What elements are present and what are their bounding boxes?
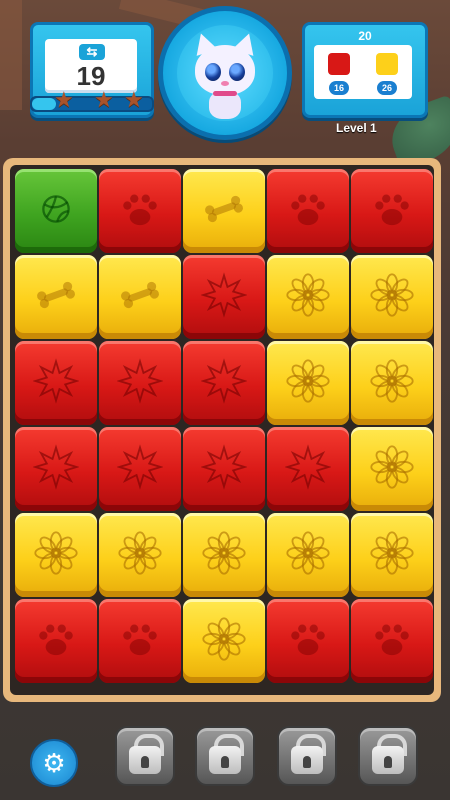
cat-avatar — [158, 6, 292, 140]
tile-red-star[interactable] — [183, 341, 265, 425]
ball-icon — [33, 186, 79, 237]
cat-head — [195, 45, 255, 95]
bone-icon — [33, 272, 79, 323]
tile-green-ball[interactable] — [15, 169, 97, 253]
settings-button[interactable]: ⚙ — [30, 739, 78, 787]
tile-red-star[interactable] — [15, 341, 97, 425]
tile-yellow-flower[interactable] — [183, 513, 265, 597]
paw-icon — [369, 616, 415, 667]
flower-icon — [201, 616, 247, 667]
star-icon — [200, 357, 248, 409]
flower-icon — [285, 530, 331, 581]
tile-red-star[interactable] — [15, 427, 97, 511]
tile-yellow-flower[interactable] — [99, 513, 181, 597]
moves-box: ⇆ 19 — [45, 39, 137, 93]
star-progress-bar: ★ ★ ★ — [30, 89, 154, 112]
cat-collar — [213, 91, 237, 96]
tile-red-star[interactable] — [99, 427, 181, 511]
tile-red-paw[interactable] — [351, 169, 433, 253]
tile-yellow-flower[interactable] — [267, 255, 349, 339]
goal-yellow-remaining: 26 — [377, 81, 397, 95]
goal-red-cube-icon — [328, 53, 350, 75]
star-icon — [116, 443, 164, 495]
paw-icon — [285, 186, 331, 237]
tile-yellow-flower[interactable] — [351, 341, 433, 425]
tile-red-star[interactable] — [267, 427, 349, 511]
tile-red-paw[interactable] — [15, 599, 97, 683]
flower-icon — [369, 530, 415, 581]
goal-red-remaining: 16 — [329, 81, 349, 95]
flower-icon — [33, 530, 79, 581]
cat-eye — [229, 63, 245, 81]
tile-yellow-flower[interactable] — [183, 599, 265, 683]
tile-red-paw[interactable] — [99, 599, 181, 683]
star-icon — [116, 357, 164, 409]
flower-icon — [285, 358, 331, 409]
tile-yellow-flower[interactable] — [267, 341, 349, 425]
bone-icon — [117, 272, 163, 323]
keyhole-icon — [141, 756, 149, 768]
paw-icon — [285, 616, 331, 667]
background-beam — [0, 0, 22, 110]
tile-red-star[interactable] — [183, 427, 265, 511]
tile-yellow-bone[interactable] — [99, 255, 181, 339]
star-icon: ★ — [124, 87, 144, 112]
tile-red-star[interactable] — [99, 341, 181, 425]
tile-red-paw[interactable] — [99, 169, 181, 253]
tile-yellow-bone[interactable] — [183, 169, 265, 253]
flower-icon — [117, 530, 163, 581]
tile-red-paw[interactable] — [267, 599, 349, 683]
bone-icon — [201, 186, 247, 237]
tile-yellow-flower[interactable] — [267, 513, 349, 597]
keyhole-icon — [221, 756, 229, 768]
paw-icon — [369, 186, 415, 237]
booster-slot-2[interactable] — [195, 726, 255, 786]
cat-nose — [221, 81, 229, 86]
tile-yellow-bone[interactable] — [15, 255, 97, 339]
tile-yellow-flower[interactable] — [351, 427, 433, 511]
star-icon — [32, 357, 80, 409]
tile-yellow-flower[interactable] — [15, 513, 97, 597]
flower-icon — [201, 530, 247, 581]
gear-icon: ⚙ — [42, 747, 66, 778]
cat-eye — [205, 63, 221, 81]
goal-yellow-cube-icon — [376, 53, 398, 75]
goal-box: 16 26 — [314, 45, 412, 99]
flower-icon — [369, 272, 415, 323]
star-icon: ★ — [54, 87, 74, 112]
moves-swap-icon: ⇆ — [79, 44, 105, 60]
tile-yellow-flower[interactable] — [351, 513, 433, 597]
star-progress-fill — [32, 98, 56, 110]
tile-red-paw[interactable] — [267, 169, 349, 253]
star-icon — [200, 443, 248, 495]
paw-icon — [117, 186, 163, 237]
paw-icon — [33, 616, 79, 667]
star-icon — [284, 443, 332, 495]
tile-red-star[interactable] — [183, 255, 265, 339]
star-icon: ★ — [94, 87, 114, 112]
avatar-background — [177, 25, 273, 121]
goal-total: 20 — [358, 29, 372, 43]
level-label: Level 1 — [336, 121, 377, 135]
star-icon — [32, 443, 80, 495]
keyhole-icon — [303, 756, 311, 768]
goal-panel: 20 16 26 — [302, 22, 428, 118]
flower-icon — [285, 272, 331, 323]
flower-icon — [369, 358, 415, 409]
booster-slot-3[interactable] — [277, 726, 337, 786]
game-board — [3, 158, 441, 702]
paw-icon — [117, 616, 163, 667]
booster-slot-4[interactable] — [358, 726, 418, 786]
star-icon — [200, 271, 248, 323]
booster-slot-1[interactable] — [115, 726, 175, 786]
tile-red-paw[interactable] — [351, 599, 433, 683]
board-grid — [10, 165, 434, 695]
keyhole-icon — [384, 756, 392, 768]
flower-icon — [369, 444, 415, 495]
tile-yellow-flower[interactable] — [351, 255, 433, 339]
